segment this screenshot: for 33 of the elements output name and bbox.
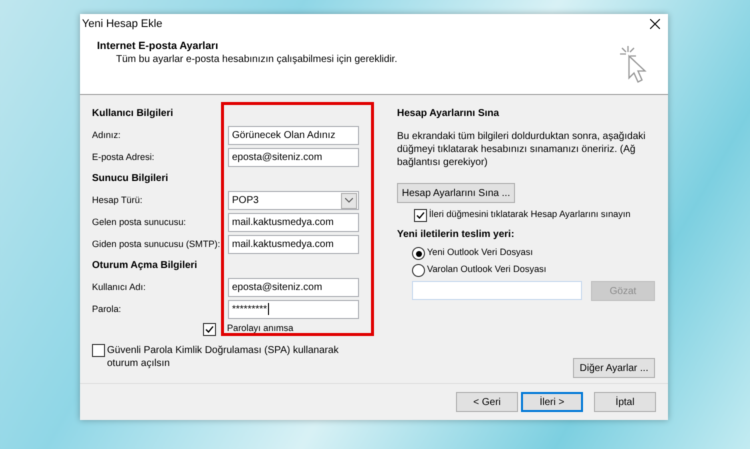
radio-label: Varolan Outlook Veri Dosyası <box>427 264 546 274</box>
field-label: Gelen posta sunucusu: <box>92 217 186 227</box>
dialog-button[interactable]: İptal <box>594 392 656 412</box>
header-subtitle: Tüm bu ayarlar e-posta hesabınızın çalışabilmesi için gereklidir. <box>115 54 398 65</box>
dialog-button[interactable]: < Geri <box>456 392 518 412</box>
input-field[interactable]: eposta@siteniz.com <box>228 148 359 166</box>
field-label: Kullanıcı Adı: <box>92 282 146 292</box>
field-label: E-posta Adresi: <box>92 152 154 162</box>
header-title: Internet E-posta Ayarları <box>97 40 220 52</box>
section-heading: Kullanıcı Bilgileri <box>92 107 174 121</box>
field-label: Parola: <box>92 304 122 314</box>
section-heading: Sunucu Bilgileri <box>92 172 170 186</box>
more-settings-button[interactable]: Diğer Ayarlar ... <box>573 358 655 378</box>
radio-label: Yeni Outlook Veri Dosyası <box>427 247 533 257</box>
field-label: Adınız: <box>92 130 121 140</box>
checkbox-label: İleri düğmesini tıklatarak Hesap Ayarlarını sınayın <box>429 209 631 219</box>
input-field[interactable]: mail.kaktusmedya.com <box>228 234 359 254</box>
window-title: Yeni Hesap Ekle <box>82 18 162 30</box>
section-heading: Hesap Ayarlarını Sına <box>397 107 500 121</box>
test-settings-button[interactable]: Hesap Ayarlarını Sına ... <box>397 183 515 203</box>
input-field[interactable]: eposta@siteniz.com <box>228 278 359 296</box>
password-field[interactable]: ********* <box>228 300 359 318</box>
account-type-dropdown[interactable]: POP3 <box>228 190 359 210</box>
section-heading: Oturum Açma Bilgileri <box>92 259 198 273</box>
dialog-button[interactable]: İleri > <box>521 392 583 412</box>
field-label: Hesap Türü: <box>92 195 142 205</box>
input-field[interactable]: mail.kaktusmedya.com <box>228 212 359 232</box>
checkbox-label: Güvenli Parola Kimlik Doğrulaması (SPA) kullanarak oturum açılsın <box>107 344 340 370</box>
checkbox-label: Parolayı anımsa <box>227 323 294 333</box>
section-heading: Yeni iletilerin teslim yeri: <box>397 228 516 242</box>
field-label: Giden posta sunucusu (SMTP): <box>92 239 220 249</box>
description-text: Bu ekrandaki tüm bilgileri doldurduktan sonra, aşağıdaki düğmeyi tıklatarak hesabınızı sınamanızı öneririz. (Ağ bağlantısı gerekiyor) <box>397 130 646 169</box>
input-field[interactable]: Görünecek Olan Adınız <box>228 126 359 144</box>
